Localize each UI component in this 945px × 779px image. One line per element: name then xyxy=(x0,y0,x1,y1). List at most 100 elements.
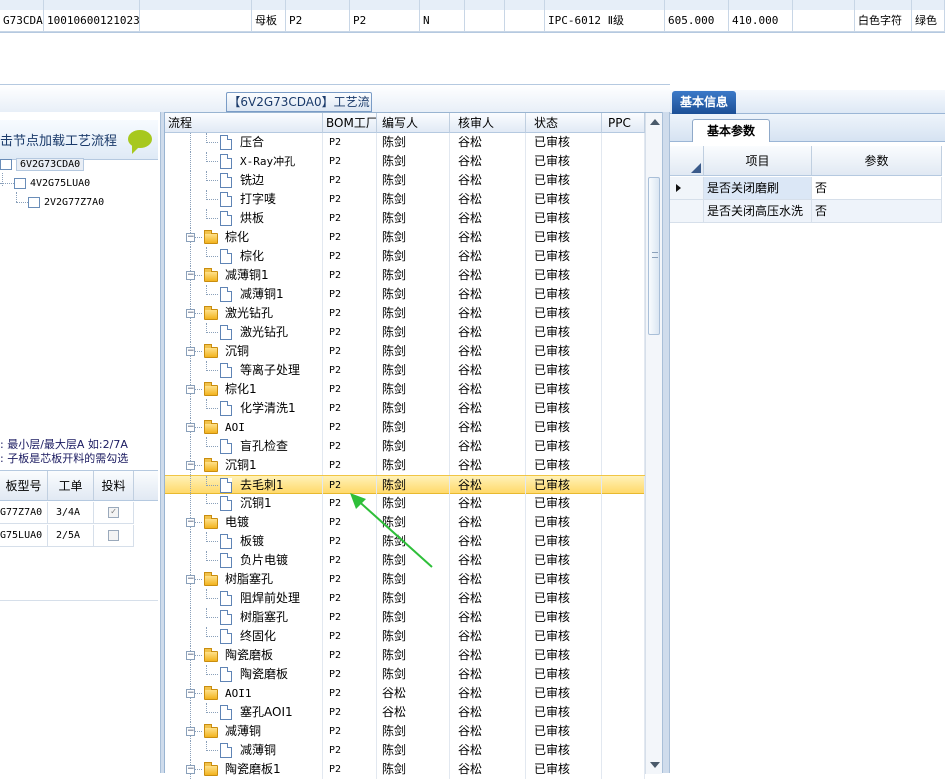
writer-cell[interactable]: 陈剑 xyxy=(377,171,450,190)
status-cell[interactable]: 已审核 xyxy=(526,171,602,190)
collapse-toggle-icon[interactable]: − xyxy=(186,461,195,470)
scroll-thumb[interactable] xyxy=(648,177,660,335)
writer-cell[interactable]: 陈剑 xyxy=(377,760,450,779)
status-cell[interactable]: 已审核 xyxy=(526,627,602,646)
flow-node-label[interactable]: 负片电镀 xyxy=(240,551,288,570)
writer-cell[interactable]: 陈剑 xyxy=(377,247,450,266)
status-cell[interactable]: 已审核 xyxy=(526,247,602,266)
bom-cell[interactable]: P2 xyxy=(323,285,377,304)
col-header-flow[interactable]: 流程 xyxy=(165,113,323,133)
bom-cell[interactable]: P2 xyxy=(323,418,377,437)
bom-cell[interactable]: P2 xyxy=(323,152,377,171)
process-row[interactable]: 陶瓷磨板 P2 陈剑 谷松 已审核 xyxy=(165,665,645,684)
row-header[interactable] xyxy=(670,200,704,223)
status-cell[interactable]: 已审核 xyxy=(526,152,602,171)
reviewer-cell[interactable]: 谷松 xyxy=(450,513,526,532)
status-cell[interactable]: 已审核 xyxy=(526,570,602,589)
ppc-cell[interactable] xyxy=(602,190,645,209)
top-cell[interactable] xyxy=(465,10,505,32)
flow-cell[interactable]: − 棕化 xyxy=(165,228,323,247)
flow-node-label[interactable]: 激光钻孔 xyxy=(225,304,273,323)
flow-node-label[interactable]: 沉铜1 xyxy=(225,456,257,475)
bom-cell[interactable]: P2 xyxy=(323,209,377,228)
status-cell[interactable]: 已审核 xyxy=(526,323,602,342)
cell-order[interactable]: 3/4A xyxy=(48,502,94,524)
flow-cell[interactable]: 沉铜1 xyxy=(165,494,323,513)
process-row[interactable]: 化学清洗1 P2 陈剑 谷松 已审核 xyxy=(165,399,645,418)
collapse-toggle-icon[interactable]: − xyxy=(186,423,195,432)
flow-node-label[interactable]: AOI xyxy=(225,418,245,437)
process-row[interactable]: 减薄铜1 P2 陈剑 谷松 已审核 xyxy=(165,285,645,304)
top-cell[interactable]: 白色字符 xyxy=(855,10,912,32)
bom-cell[interactable]: P2 xyxy=(323,665,377,684)
param-item[interactable]: 是否关闭磨刷 xyxy=(704,177,812,200)
ppc-cell[interactable] xyxy=(602,209,645,228)
ppc-cell[interactable] xyxy=(602,532,645,551)
top-grid-row[interactable]: G73CDA0 10010600121023 母板 P2 P2 N IPC-60… xyxy=(0,10,945,32)
bom-cell[interactable]: P2 xyxy=(323,304,377,323)
flow-cell[interactable]: 铣边 xyxy=(165,171,323,190)
status-cell[interactable]: 已审核 xyxy=(526,589,602,608)
bom-cell[interactable]: P2 xyxy=(323,399,377,418)
writer-cell[interactable]: 陈剑 xyxy=(377,190,450,209)
flow-node-label[interactable]: 化学清洗1 xyxy=(240,399,296,418)
bom-cell[interactable]: P2 xyxy=(323,646,377,665)
process-row[interactable]: 盲孔检查 P2 陈剑 谷松 已审核 xyxy=(165,437,645,456)
writer-cell[interactable]: 陈剑 xyxy=(377,589,450,608)
bom-cell[interactable]: P2 xyxy=(323,684,377,703)
ppc-cell[interactable] xyxy=(602,646,645,665)
flow-node-label[interactable]: 终固化 xyxy=(240,627,276,646)
status-cell[interactable]: 已审核 xyxy=(526,285,602,304)
ppc-cell[interactable] xyxy=(602,361,645,380)
bom-cell[interactable]: P2 xyxy=(323,361,377,380)
flow-node-label[interactable]: 棕化1 xyxy=(225,380,257,399)
flow-node-label[interactable]: 电镀 xyxy=(225,513,249,532)
ppc-cell[interactable] xyxy=(602,342,645,361)
param-value[interactable]: 否 xyxy=(812,200,942,223)
flow-node-label[interactable]: 烘板 xyxy=(240,209,264,228)
writer-cell[interactable]: 陈剑 xyxy=(377,266,450,285)
bom-cell[interactable]: P2 xyxy=(323,760,377,779)
flow-cell[interactable]: 负片电镀 xyxy=(165,551,323,570)
flow-cell[interactable]: 激光钻孔 xyxy=(165,323,323,342)
collapse-toggle-icon[interactable]: − xyxy=(186,689,195,698)
writer-cell[interactable]: 陈剑 xyxy=(377,665,450,684)
top-cell[interactable]: IPC-6012 Ⅱ级 xyxy=(545,10,665,32)
collapse-toggle-icon[interactable]: − xyxy=(186,309,195,318)
flow-node-label[interactable]: 沉铜 xyxy=(225,342,249,361)
writer-cell[interactable]: 陈剑 xyxy=(377,418,450,437)
status-cell[interactable]: 已审核 xyxy=(526,551,602,570)
cell-model[interactable]: G77Z7A0 xyxy=(0,502,48,524)
bom-cell[interactable]: P2 xyxy=(323,323,377,342)
flow-node-label[interactable]: 减薄铜1 xyxy=(225,266,269,285)
flow-node-label[interactable]: 压合 xyxy=(240,133,264,152)
ppc-cell[interactable] xyxy=(602,171,645,190)
flow-cell[interactable]: 烘板 xyxy=(165,209,323,228)
collapse-toggle-icon[interactable]: − xyxy=(186,347,195,356)
tab-basic-params[interactable]: 基本参数 xyxy=(692,119,770,142)
ppc-cell[interactable] xyxy=(602,418,645,437)
cell-feed[interactable] xyxy=(94,525,134,547)
ppc-cell[interactable] xyxy=(602,741,645,760)
flow-node-label[interactable]: 陶瓷磨板 xyxy=(240,665,288,684)
ppc-cell[interactable] xyxy=(602,513,645,532)
col-header-item[interactable]: 项目 xyxy=(704,146,812,176)
process-caption-tab[interactable]: 【6V2G73CDA0】工艺流程 xyxy=(226,92,372,127)
process-row[interactable]: 铣边 P2 陈剑 谷松 已审核 xyxy=(165,171,645,190)
flow-node-label[interactable]: AOI1 xyxy=(225,684,252,703)
reviewer-cell[interactable]: 谷松 xyxy=(450,247,526,266)
col-header-bom[interactable]: BOM工厂 xyxy=(323,113,377,133)
process-row[interactable]: 等离子处理 P2 陈剑 谷松 已审核 xyxy=(165,361,645,380)
flow-cell[interactable]: X-Ray冲孔 xyxy=(165,152,323,171)
status-cell[interactable]: 已审核 xyxy=(526,304,602,323)
flow-cell[interactable]: − 减薄铜1 xyxy=(165,266,323,285)
row-header[interactable] xyxy=(670,177,704,200)
ppc-cell[interactable] xyxy=(602,608,645,627)
ppc-cell[interactable] xyxy=(602,589,645,608)
ppc-cell[interactable] xyxy=(602,703,645,722)
bom-cell[interactable]: P2 xyxy=(323,703,377,722)
reviewer-cell[interactable]: 谷松 xyxy=(450,323,526,342)
writer-cell[interactable]: 陈剑 xyxy=(377,380,450,399)
flow-cell[interactable]: − AOI xyxy=(165,418,323,437)
right-splitter[interactable] xyxy=(662,112,670,773)
